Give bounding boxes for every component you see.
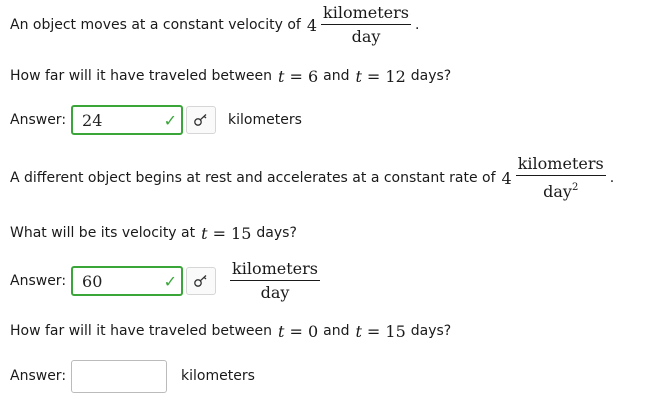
velocity-unit-fraction: kilometers day xyxy=(321,4,412,46)
days-text: days? xyxy=(256,225,297,241)
velocity-value: 4 xyxy=(306,15,318,35)
answer-row-1: Answer: 24 ✓ kilometers xyxy=(10,105,302,135)
key-icon[interactable] xyxy=(186,267,217,295)
exponent: 2 xyxy=(571,182,579,193)
period: . xyxy=(609,170,615,186)
answer-unit-3: kilometers xyxy=(181,368,255,384)
time-variable: t xyxy=(355,66,362,86)
answer-label: Answer: xyxy=(10,112,67,128)
question-1: An object moves at a constant velocity o… xyxy=(10,3,419,47)
days-text: days? xyxy=(410,323,452,339)
answer-input-2[interactable]: 60 ✓ xyxy=(71,266,184,296)
answer-unit-denominator: day xyxy=(260,283,290,302)
answer-row-3: Answer: kilometers xyxy=(10,359,255,393)
key-icon[interactable] xyxy=(186,106,217,134)
checkmark-icon: ✓ xyxy=(163,110,178,130)
question-5-text: How far will it have traveled between xyxy=(10,323,273,339)
velocity-unit-denominator: day xyxy=(351,27,381,46)
answer-row-2: Answer: 60 ✓ kilometers day xyxy=(10,258,324,304)
time-end: = 12 xyxy=(366,66,406,86)
answer-input-3[interactable] xyxy=(71,359,168,393)
time-start: = 0 xyxy=(289,321,319,341)
period: . xyxy=(415,17,420,33)
acceleration-unit-numerator: kilometers xyxy=(515,155,606,176)
question-4-text: What will be its velocity at xyxy=(10,225,196,241)
answer-unit-1: kilometers xyxy=(228,112,302,128)
question-3-text: A different object begins at rest and ac… xyxy=(10,170,496,186)
answer-value-1: 24 xyxy=(82,110,103,130)
question-2: How far will it have traveled between t … xyxy=(10,66,451,86)
time-variable: t xyxy=(355,321,362,341)
answer-unit-fraction-2: kilometers day xyxy=(230,260,321,302)
answer-value-2: 60 xyxy=(82,271,103,291)
time-start: = 6 xyxy=(289,66,319,86)
question-2-text: How far will it have traveled between xyxy=(10,68,273,84)
question-3: A different object begins at rest and ac… xyxy=(10,153,614,203)
answer-input-1[interactable]: 24 ✓ xyxy=(71,105,184,135)
question-1-text: An object moves at a constant velocity o… xyxy=(10,17,301,33)
question-4: What will be its velocity at t = 15 days… xyxy=(10,223,297,243)
velocity-unit-numerator: kilometers xyxy=(321,4,412,25)
answer-label: Answer: xyxy=(10,368,67,384)
acceleration-unit-denominator: day2 xyxy=(543,182,579,201)
answer-unit-numerator: kilometers xyxy=(230,260,321,281)
time-variable: t xyxy=(201,223,208,243)
time-end: = 15 xyxy=(366,321,406,341)
question-5: How far will it have traveled between t … xyxy=(10,321,451,341)
checkmark-icon: ✓ xyxy=(163,271,178,291)
time-variable: t xyxy=(278,66,285,86)
time-variable: t xyxy=(278,321,285,341)
acceleration-unit-fraction: kilometers day2 xyxy=(515,155,606,201)
and-text: and xyxy=(323,68,350,84)
and-text: and xyxy=(323,323,350,339)
answer-label: Answer: xyxy=(10,273,67,289)
acceleration-value: 4 xyxy=(501,168,512,188)
days-text: days? xyxy=(410,68,452,84)
time-value: = 15 xyxy=(212,223,252,243)
